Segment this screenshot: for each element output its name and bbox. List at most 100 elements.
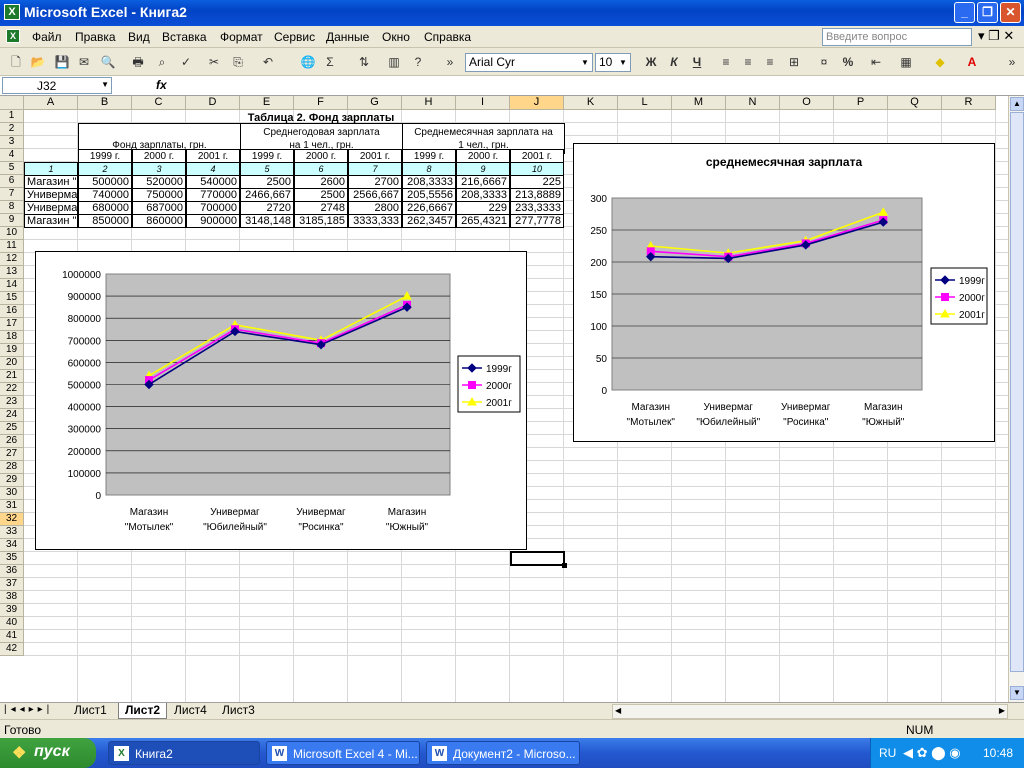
table-cell[interactable]: 2700 <box>348 175 402 189</box>
select-all-corner[interactable] <box>0 96 24 110</box>
table-cell[interactable]: 2500 <box>294 188 348 202</box>
font-color-icon[interactable]: A <box>964 54 980 70</box>
font-name-select[interactable]: Arial Cyr ▼ <box>465 53 593 72</box>
row-header-2[interactable]: 2 <box>0 123 24 136</box>
table-cell[interactable]: 208,3333 <box>402 175 456 189</box>
indent-icon[interactable]: ⇤ <box>868 54 884 70</box>
doc-close-icon[interactable]: ▾ ❐ ✕ <box>978 28 1014 44</box>
column-index[interactable]: 10 <box>510 162 564 176</box>
row-header-30[interactable]: 30 <box>0 487 24 500</box>
row-header-10[interactable]: 10 <box>0 227 24 240</box>
close-button[interactable]: ✕ <box>1000 2 1021 23</box>
table-cell[interactable]: 205,5556 <box>402 188 456 202</box>
row-header-24[interactable]: 24 <box>0 409 24 422</box>
underline-button[interactable]: Ч <box>689 54 705 70</box>
new-icon[interactable]: 🗋 <box>8 54 24 70</box>
chart-wizard-icon[interactable]: ▥ <box>386 54 402 70</box>
table-cell[interactable]: 3185,185 <box>294 214 348 228</box>
column-header-i[interactable]: I <box>456 96 510 110</box>
row-header-9[interactable]: 9 <box>0 214 24 227</box>
menu-data[interactable]: Данные <box>326 30 369 44</box>
column-header-a[interactable]: A <box>24 96 78 110</box>
autosum-icon[interactable]: Σ <box>322 54 338 70</box>
tab-sheet1[interactable]: Лист1 <box>68 703 113 719</box>
row-header-32[interactable]: 32 <box>0 513 24 526</box>
scroll-left-icon[interactable]: ◀ <box>615 706 621 715</box>
fill-color-icon[interactable]: ◆ <box>932 54 948 70</box>
align-right-icon[interactable]: ≡ <box>762 54 778 70</box>
row-header-22[interactable]: 22 <box>0 383 24 396</box>
align-left-icon[interactable]: ≡ <box>718 54 734 70</box>
year-header[interactable]: 2001 г. <box>510 149 564 163</box>
table-cell[interactable]: 540000 <box>186 175 240 189</box>
table-cell[interactable]: 262,3457 <box>402 214 456 228</box>
font-size-select[interactable]: 10 ▼ <box>595 53 631 72</box>
tab-sheet3[interactable]: Лист3 <box>216 703 261 719</box>
table-cell[interactable]: 860000 <box>132 214 186 228</box>
column-index[interactable]: 7 <box>348 162 402 176</box>
year-header[interactable]: 2001 г. <box>348 149 402 163</box>
table-cell[interactable]: Универма <box>24 201 78 215</box>
row-header-34[interactable]: 34 <box>0 539 24 552</box>
task-document2[interactable]: W Документ2 - Microso... <box>426 741 580 765</box>
column-header-o[interactable]: O <box>780 96 834 110</box>
menu-format[interactable]: Формат <box>220 30 263 44</box>
column-index[interactable]: 9 <box>456 162 510 176</box>
tab-scroll-icon[interactable]: |◂◂▸▸| <box>4 704 53 715</box>
merge-center-icon[interactable]: ⊞ <box>786 54 802 70</box>
table-cell[interactable]: 2466,667 <box>240 188 294 202</box>
print-icon[interactable]: 🖶 <box>130 54 146 70</box>
row-header-31[interactable]: 31 <box>0 500 24 513</box>
column-index[interactable]: 3 <box>132 162 186 176</box>
column-index[interactable]: 1 <box>24 162 78 176</box>
row-header-14[interactable]: 14 <box>0 279 24 292</box>
horizontal-scrollbar[interactable]: ◀ ▶ <box>612 704 1008 719</box>
table-cell[interactable]: 226,6667 <box>402 201 456 215</box>
tray-icons[interactable]: ◀ ✿ ⬤ ◉ <box>903 745 961 761</box>
row-header-16[interactable]: 16 <box>0 305 24 318</box>
row-header-26[interactable]: 26 <box>0 435 24 448</box>
column-index[interactable]: 2 <box>78 162 132 176</box>
excel-icon[interactable]: X <box>4 4 20 20</box>
column-index[interactable]: 4 <box>186 162 240 176</box>
row-header-29[interactable]: 29 <box>0 474 24 487</box>
active-cell[interactable] <box>510 551 565 566</box>
column-header-b[interactable]: B <box>78 96 132 110</box>
table-cell[interactable]: 2500 <box>240 175 294 189</box>
hyperlink-icon[interactable]: 🌐 <box>300 54 316 70</box>
column-header-l[interactable]: L <box>618 96 672 110</box>
table-cell[interactable]: 2800 <box>348 201 402 215</box>
table-cell[interactable]: 229 <box>456 201 510 215</box>
table-cell[interactable]: 520000 <box>132 175 186 189</box>
column-index[interactable]: 5 <box>240 162 294 176</box>
tab-sheet4[interactable]: Лист4 <box>168 703 213 719</box>
restore-button[interactable]: ❐ <box>977 2 998 23</box>
row-header-4[interactable]: 4 <box>0 149 24 162</box>
workbook-icon[interactable]: X <box>6 29 20 43</box>
formula-input[interactable] <box>176 77 1022 94</box>
save-icon[interactable]: 💾 <box>54 54 70 70</box>
row-header-13[interactable]: 13 <box>0 266 24 279</box>
row-header-39[interactable]: 39 <box>0 604 24 617</box>
column-header-r[interactable]: R <box>942 96 996 110</box>
year-header[interactable]: 1999 г. <box>78 149 132 163</box>
fill-handle[interactable] <box>562 563 567 568</box>
table-cell[interactable]: 700000 <box>186 201 240 215</box>
open-icon[interactable]: 📂 <box>30 54 46 70</box>
chart-monthly[interactable]: среднемесячная зарплата 0 50 100 150 200 250 30… <box>573 143 995 442</box>
scroll-right-icon[interactable]: ▶ <box>999 706 1005 715</box>
year-header[interactable]: 1999 г. <box>240 149 294 163</box>
row-header-28[interactable]: 28 <box>0 461 24 474</box>
italic-button[interactable]: К <box>666 54 682 70</box>
scroll-up-icon[interactable]: ▲ <box>1010 97 1024 111</box>
row-header-19[interactable]: 19 <box>0 344 24 357</box>
row-header-35[interactable]: 35 <box>0 552 24 565</box>
table-cell[interactable]: 680000 <box>78 201 132 215</box>
chart-fund[interactable]: 0 100000 200000 300000 400000 500000 600000 700… <box>35 251 527 550</box>
help-icon[interactable]: ? <box>410 54 426 70</box>
undo-icon[interactable]: ↶ <box>260 54 276 70</box>
row-header-6[interactable]: 6 <box>0 175 24 188</box>
row-header-25[interactable]: 25 <box>0 422 24 435</box>
table-cell[interactable]: 500000 <box>78 175 132 189</box>
column-header-p[interactable]: P <box>834 96 888 110</box>
